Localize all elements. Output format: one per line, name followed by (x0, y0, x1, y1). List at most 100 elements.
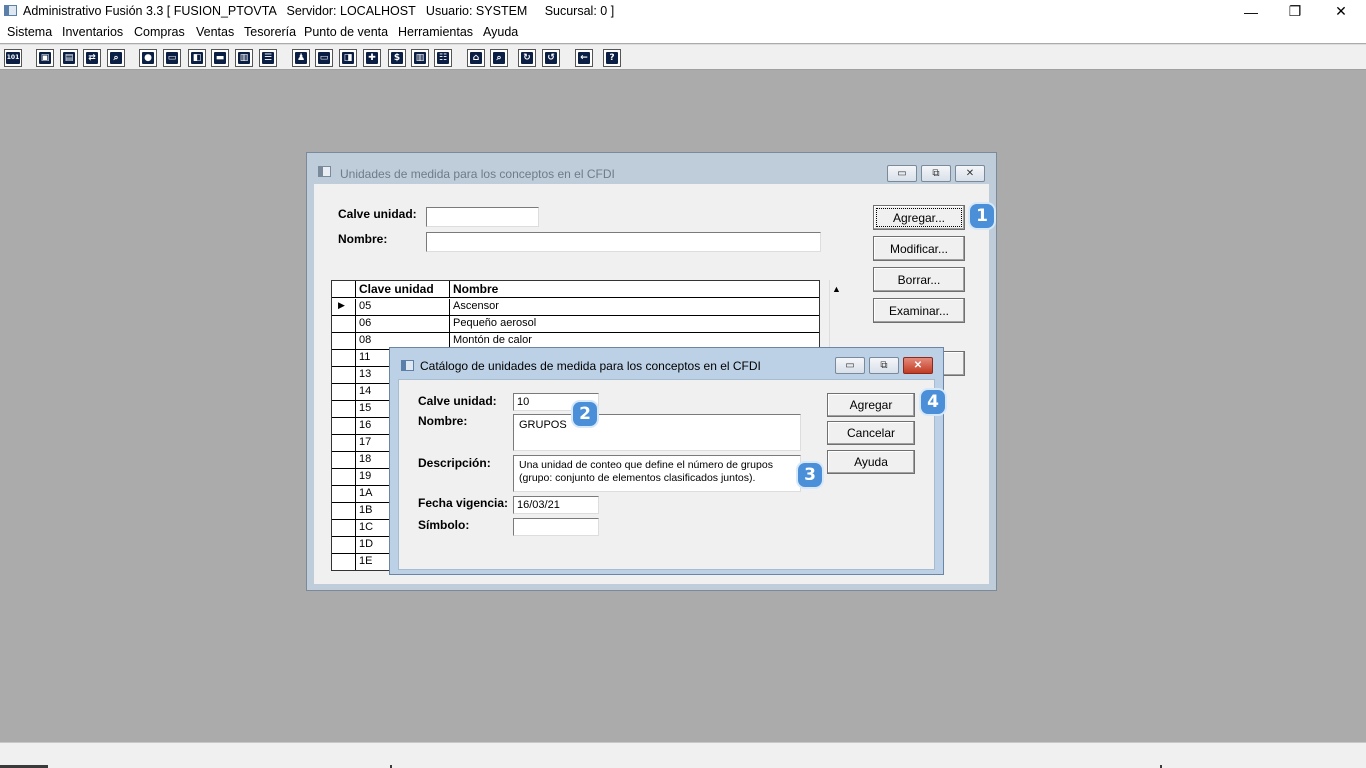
refresh-toolbar-button[interactable]: ↻ (518, 49, 536, 67)
agregar-button[interactable]: Agregar... (873, 205, 965, 230)
list-icon: ☰ (262, 52, 274, 64)
transfer-toolbar-button[interactable]: ⇄ (83, 49, 101, 67)
dialog-agregar-button[interactable]: Agregar (827, 393, 915, 417)
menu-bar: Sistema Inventarios Compras Ventas Tesor… (0, 23, 1366, 43)
menu-ayuda[interactable]: Ayuda (483, 25, 518, 39)
menu-compras[interactable]: Compras (134, 25, 185, 39)
dialog-close-button[interactable]: ✕ (903, 357, 933, 374)
dialog-descripcion-label: Descripción: (418, 456, 491, 470)
dialog-simbolo-input[interactable] (513, 518, 599, 536)
row-indicator (332, 384, 356, 401)
table-row[interactable]: ▶ 05 Ascensor (332, 299, 819, 316)
report-toolbar-button[interactable]: ▥ (411, 49, 429, 67)
borrar-button[interactable]: Borrar... (873, 267, 965, 292)
folder-toolbar-button[interactable]: ▭ (163, 49, 181, 67)
app-icon (4, 5, 17, 16)
clave-filter-input[interactable] (426, 207, 539, 227)
row-indicator (332, 520, 356, 537)
grid-header: Clave unidad Nombre (332, 281, 819, 298)
card-icon: ▭ (318, 52, 330, 64)
menu-sistema[interactable]: Sistema (7, 25, 52, 39)
row-indicator (332, 435, 356, 452)
units-window-title: Unidades de medida para los conceptos en… (340, 167, 615, 181)
report-icon: ▥ (414, 52, 426, 64)
document-icon: ▥ (238, 52, 250, 64)
clipboard-icon: ▤ (63, 52, 75, 64)
menu-herramientas[interactable]: Herramientas (398, 25, 473, 39)
dialog-nombre-input[interactable]: GRUPOS (513, 414, 801, 451)
grid-header-clave[interactable]: Clave unidad (356, 281, 450, 298)
table-toolbar-button[interactable]: ☷ (434, 49, 452, 67)
dialog-fecha-input[interactable]: 16/03/21 (513, 496, 599, 514)
row-indicator (332, 316, 356, 333)
clave-label: Calve unidad: (338, 207, 417, 221)
dialog-minimize-button[interactable]: ▭ (835, 357, 865, 374)
print-icon: ▬ (214, 52, 226, 64)
cell-clave: 05 (356, 299, 450, 316)
clipboard-toolbar-button[interactable]: ▤ (60, 49, 78, 67)
row-indicator (332, 503, 356, 520)
row-indicator (332, 486, 356, 503)
search-toolbar-button[interactable]: ⌕ (490, 49, 508, 67)
card-toolbar-button[interactable]: ▭ (315, 49, 333, 67)
dialog-fecha-label: Fecha vigencia: (418, 496, 509, 510)
examinar-button[interactable]: Examinar... (873, 298, 965, 323)
units-close-button[interactable]: ✕ (955, 165, 985, 182)
app-titlebar: Administrativo Fusión 3.3 [ FUSION_PTOVT… (0, 0, 1366, 23)
copy-toolbar-button[interactable]: ▣ (36, 49, 54, 67)
document-toolbar-button[interactable]: ▥ (235, 49, 253, 67)
menu-tesoreria[interactable]: Tesorería (244, 25, 296, 39)
row-indicator (332, 537, 356, 554)
home-toolbar-button[interactable]: ⌂ (467, 49, 485, 67)
row-indicator (332, 367, 356, 384)
table-row[interactable]: 06 Pequeño aerosol (332, 316, 819, 333)
units-minimize-button[interactable]: ▭ (887, 165, 917, 182)
back-toolbar-button[interactable]: ← (575, 49, 593, 67)
import-toolbar-button[interactable]: ◧ (188, 49, 206, 67)
menu-inventarios[interactable]: Inventarios (62, 25, 123, 39)
print-toolbar-button[interactable]: ▬ (211, 49, 229, 67)
row-indicator (332, 418, 356, 435)
nombre-filter-input[interactable] (426, 232, 821, 252)
close-button[interactable]: ✕ (1318, 0, 1364, 23)
find-icon: ⌕ (110, 52, 122, 64)
modificar-button[interactable]: Modificar... (873, 236, 965, 261)
window-icon (318, 166, 331, 177)
menu-punto-de-venta[interactable]: Punto de venta (304, 25, 388, 39)
menu-ventas[interactable]: Ventas (196, 25, 234, 39)
callout-marker-1: 1 (970, 204, 994, 228)
find-toolbar-button[interactable]: ⌕ (107, 49, 125, 67)
undo-icon: ↺ (545, 52, 557, 64)
minimize-button[interactable]: — (1228, 0, 1274, 23)
dialog-cancelar-button[interactable]: Cancelar (827, 421, 915, 445)
units-window-titlebar: Unidades de medida para los conceptos en… (315, 155, 988, 184)
units-restore-button[interactable]: ⧉ (921, 165, 951, 182)
dollar-toolbar-button[interactable]: $ (388, 49, 406, 67)
add-toolbar-button[interactable]: ✚ (363, 49, 381, 67)
export-toolbar-button[interactable]: ◨ (339, 49, 357, 67)
dollar-icon: $ (391, 52, 403, 64)
home-icon: ⌂ (470, 52, 482, 64)
scroll-up-icon[interactable]: ▲ (832, 284, 841, 294)
folder-icon: ▭ (166, 52, 178, 64)
dialog-ayuda-button[interactable]: Ayuda (827, 450, 915, 474)
table-icon: ☷ (437, 52, 449, 64)
users-toolbar-button[interactable]: ♟ (292, 49, 310, 67)
callout-marker-4: 4 (921, 390, 945, 414)
undo-toolbar-button[interactable]: ↺ (542, 49, 560, 67)
dialog-restore-button[interactable]: ⧉ (869, 357, 899, 374)
cell-clave: 06 (356, 316, 450, 333)
user-toolbar-button[interactable]: ● (139, 49, 157, 67)
row-indicator (332, 401, 356, 418)
restore-button[interactable]: ❐ (1272, 0, 1318, 23)
grid-header-nombre[interactable]: Nombre (450, 281, 819, 298)
toolbar: 101 ▣ ▤ ⇄ ⌕ ● ▭ ◧ ▬ ▥ ☰ ♟ ▭ ◨ ✚ $ ▥ ☷ ⌂ ⌕ ↻ ↺ ←? (0, 44, 1366, 70)
search-icon: ⌕ (493, 52, 505, 64)
dialog-clave-label: Calve unidad: (418, 394, 497, 408)
callout-marker-3: 3 (798, 463, 822, 487)
status-bar (0, 742, 1366, 768)
calc-toolbar-button[interactable]: 101 (4, 49, 22, 67)
dialog-descripcion-input[interactable]: Una unidad de conteo que define el númer… (513, 455, 801, 492)
help-toolbar-button[interactable]: ? (603, 49, 621, 67)
list-toolbar-button[interactable]: ☰ (259, 49, 277, 67)
